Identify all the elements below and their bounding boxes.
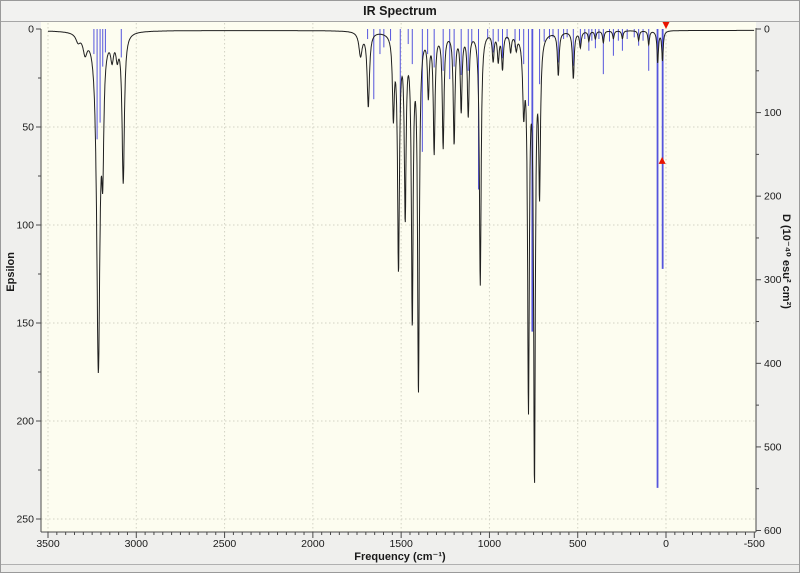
y-axis-left-label: Epsilon	[5, 252, 17, 292]
svg-text:0: 0	[663, 538, 669, 550]
svg-text:0: 0	[28, 24, 34, 36]
svg-text:3500: 3500	[36, 538, 60, 550]
svg-text:250: 250	[16, 514, 34, 526]
svg-text:150: 150	[16, 318, 34, 330]
svg-text:3000: 3000	[125, 538, 149, 550]
svg-text:600: 600	[764, 525, 782, 537]
svg-text:0: 0	[764, 24, 770, 36]
svg-text:200: 200	[764, 191, 782, 203]
svg-text:500: 500	[764, 441, 782, 453]
y-axis-right-label: D (10⁻⁴⁰ esu² cm²)	[780, 214, 792, 309]
ir-spectrum-window: IR Spectrum 3500 3000 2500 2000 1500 1000 500 0…	[0, 0, 800, 573]
svg-text:100: 100	[764, 107, 782, 119]
status-bar	[1, 564, 799, 572]
svg-text:2000: 2000	[301, 538, 325, 550]
svg-text:1500: 1500	[389, 538, 413, 550]
svg-text:200: 200	[16, 416, 34, 428]
svg-text:50: 50	[22, 122, 34, 134]
x-axis-label: Frequency (cm⁻¹)	[354, 551, 446, 563]
svg-text:2500: 2500	[213, 538, 237, 550]
svg-text:400: 400	[764, 358, 782, 370]
svg-text:500: 500	[569, 538, 587, 550]
spectrum-plot-canvas[interactable]: 3500 3000 2500 2000 1500 1000 500 0 -50005010015…	[1, 1, 800, 573]
svg-text:100: 100	[16, 220, 34, 232]
svg-text:-500: -500	[744, 538, 765, 550]
svg-text:1000: 1000	[478, 538, 502, 550]
